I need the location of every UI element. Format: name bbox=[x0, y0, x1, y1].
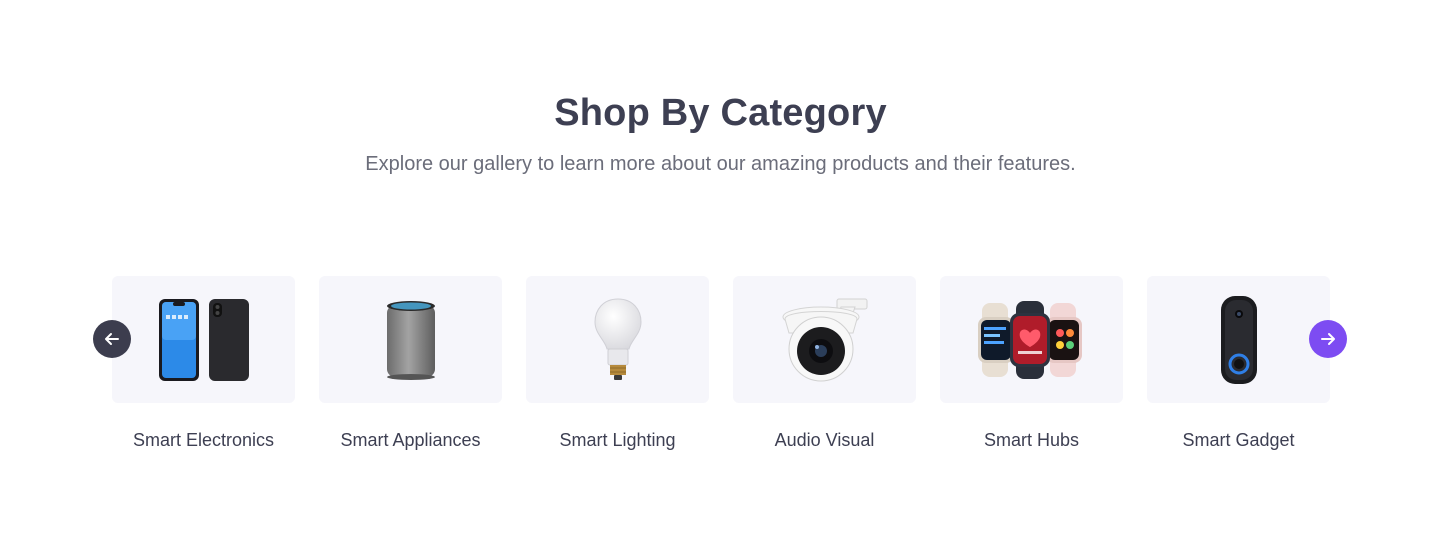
smartphone-image bbox=[158, 298, 249, 381]
category-label[interactable]: Smart Hubs bbox=[940, 430, 1123, 451]
category-card-smart-gadget[interactable] bbox=[1147, 276, 1330, 403]
section-title: Shop By Category bbox=[554, 92, 887, 134]
category-card-smart-appliances[interactable] bbox=[319, 276, 502, 403]
light-bulb-image bbox=[593, 297, 642, 380]
category-card-smart-lighting[interactable] bbox=[526, 276, 709, 403]
video-doorbell-image bbox=[1220, 295, 1257, 384]
carousel-next-button[interactable] bbox=[1309, 320, 1347, 358]
smartwatch-image bbox=[977, 300, 1082, 379]
category-label[interactable]: Smart Appliances bbox=[319, 430, 502, 451]
arrow-right-icon bbox=[1321, 333, 1335, 345]
category-label[interactable]: Smart Gadget bbox=[1147, 430, 1330, 451]
arrow-left-icon bbox=[105, 333, 119, 345]
category-card-smart-electronics[interactable] bbox=[112, 276, 295, 403]
category-card-audio-visual[interactable] bbox=[733, 276, 916, 403]
section-subtitle: Explore our gallery to learn more about … bbox=[365, 153, 1076, 175]
security-camera-image bbox=[782, 298, 867, 381]
carousel-prev-button[interactable] bbox=[93, 320, 131, 358]
smart-speaker-image bbox=[386, 300, 435, 380]
category-label[interactable]: Smart Lighting bbox=[526, 430, 709, 451]
category-label[interactable]: Smart Electronics bbox=[112, 430, 295, 451]
category-card-smart-hubs[interactable] bbox=[940, 276, 1123, 403]
category-label[interactable]: Audio Visual bbox=[733, 430, 916, 451]
